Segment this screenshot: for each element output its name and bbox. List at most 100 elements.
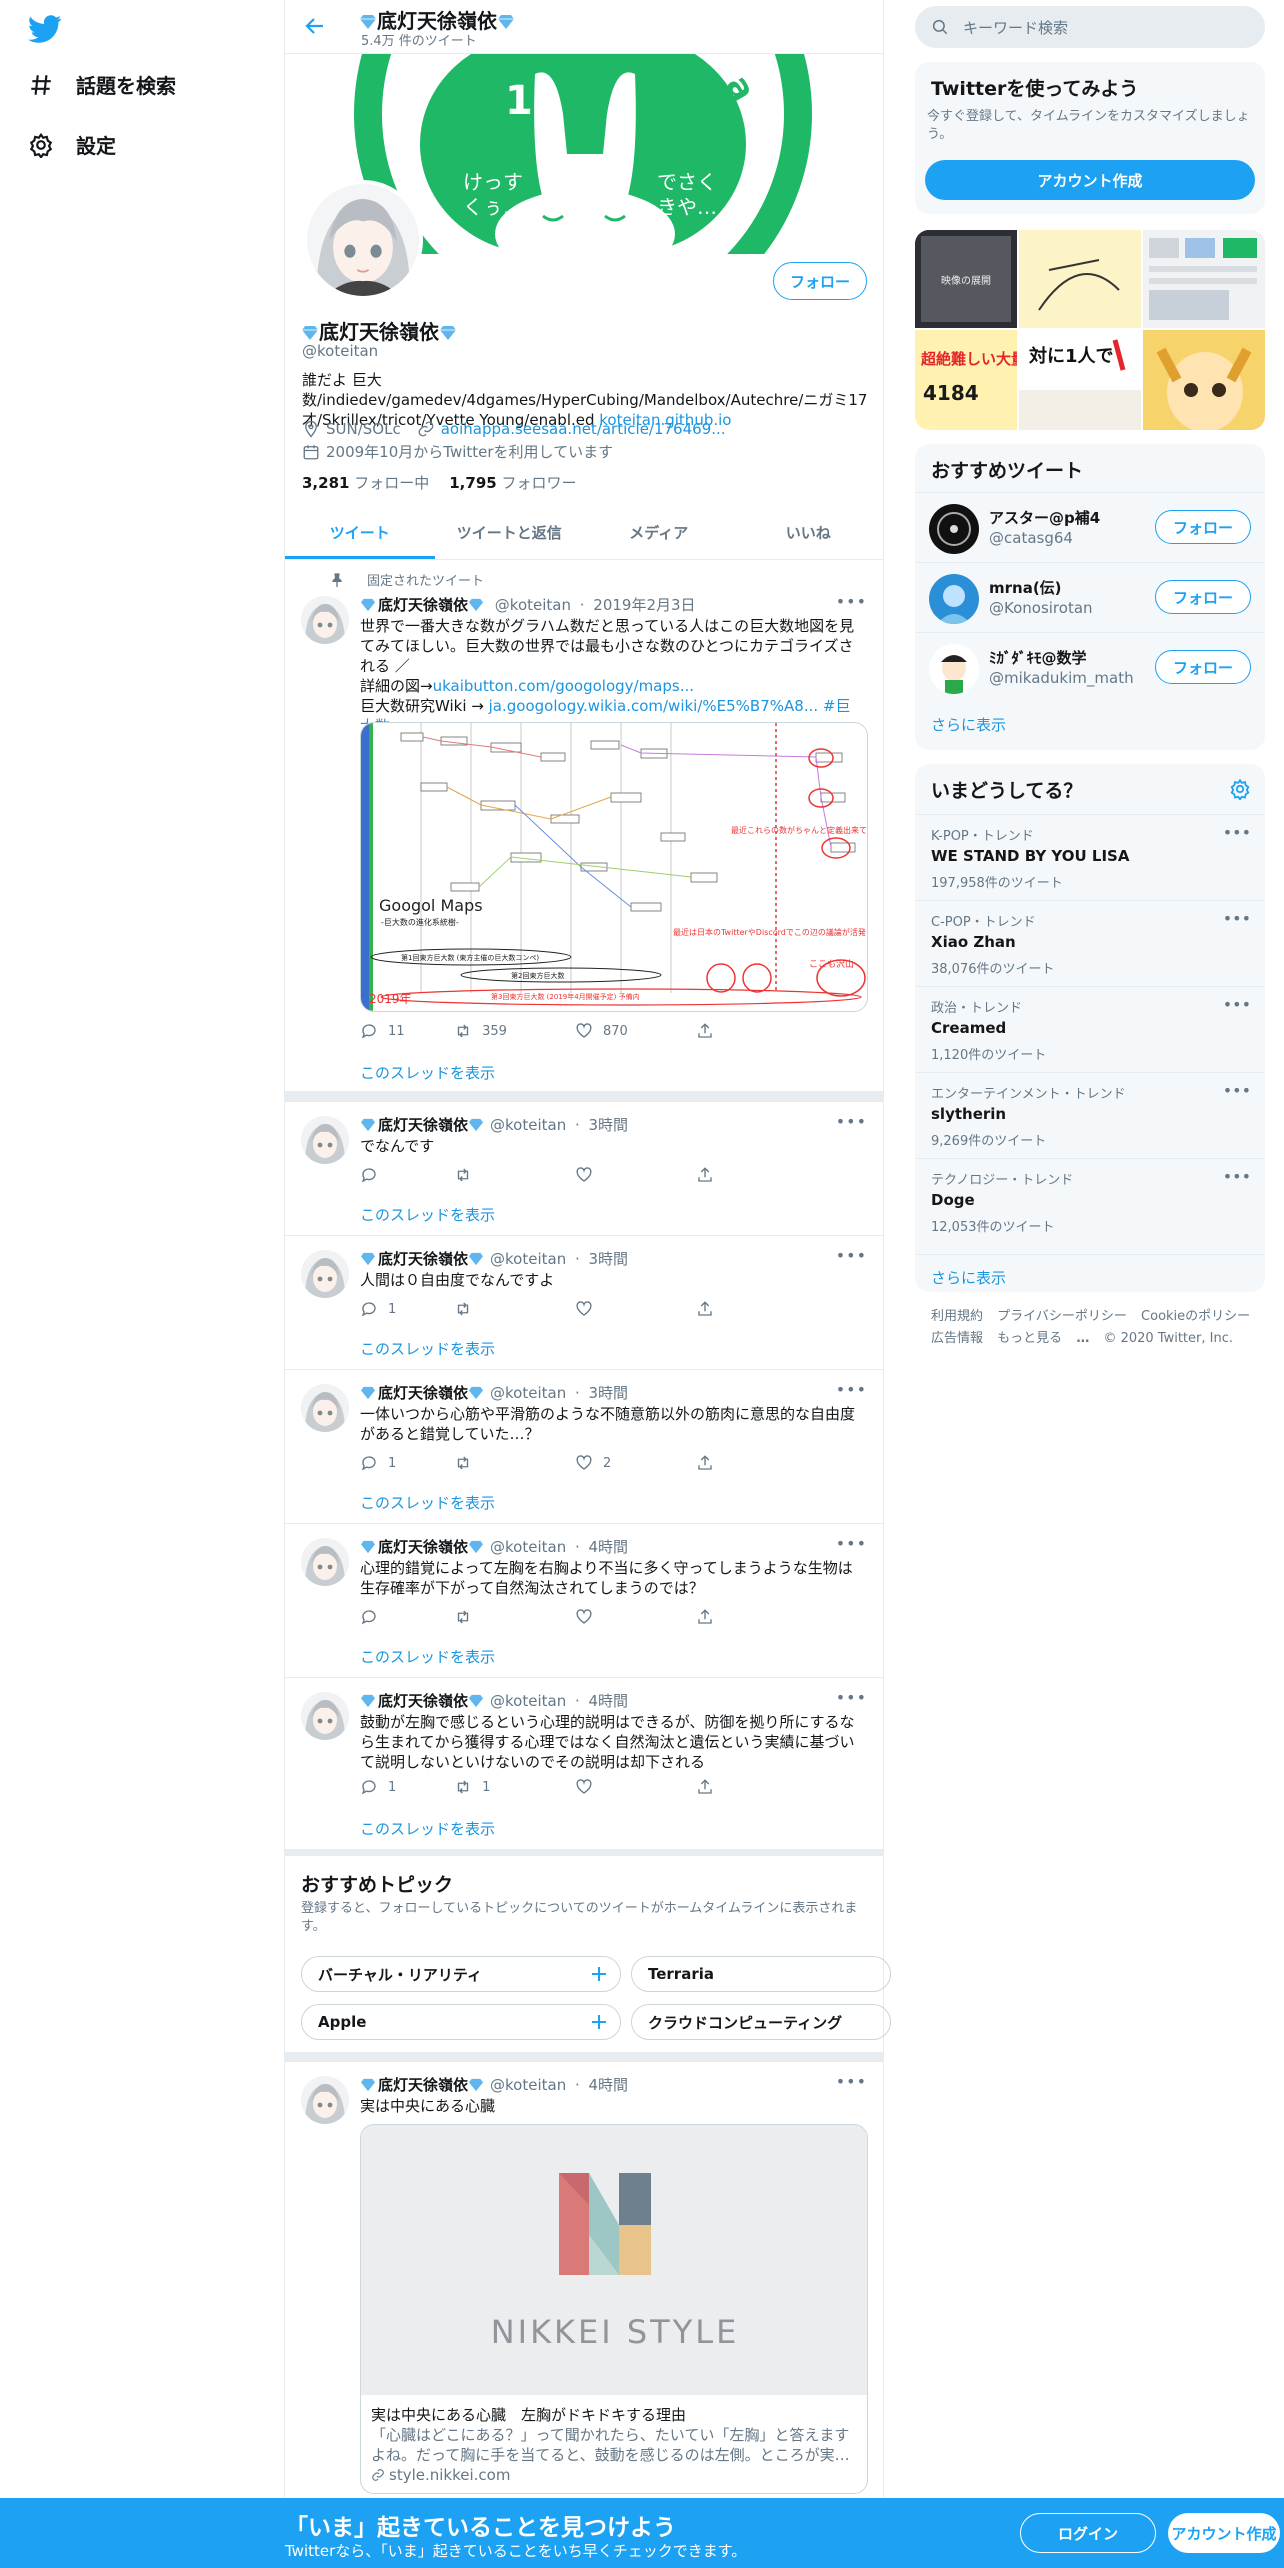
profile-website-link[interactable]: aoihappa.seesaa.net/article/176469... (441, 420, 726, 438)
more-icon[interactable]: ••• (836, 592, 867, 611)
follow-button[interactable]: フォロー (773, 262, 867, 300)
tweet-avatar[interactable] (301, 1538, 349, 1586)
media-thumb[interactable]: 対に1人で (1019, 330, 1141, 430)
tweet-avatar[interactable] (301, 1692, 349, 1740)
trend-item[interactable]: K-POP・トレンド WE STAND BY YOU LISA 197,958件のツ… (915, 814, 1265, 900)
tweet-avatar[interactable] (301, 1250, 349, 1298)
more-icon[interactable]: ••• (836, 1688, 867, 1707)
more-icon[interactable]: ••• (836, 1534, 867, 1553)
retweet-button[interactable] (454, 1166, 575, 1184)
media-thumb[interactable]: 超絶難しい大量 4184 (915, 330, 1026, 430)
share-button[interactable] (696, 1608, 790, 1626)
more-icon[interactable]: ••• (1223, 909, 1251, 928)
footer-more[interactable]: もっと見る … (997, 1331, 1089, 1346)
tweet-avatar[interactable] (301, 1384, 349, 1432)
footer-terms[interactable]: 利用規約 (931, 1309, 983, 1324)
link-card[interactable]: NIKKEI STYLE 実は中央にある心臓 左胸がドキドキする理由 「心臓はど… (360, 2124, 868, 2494)
tweet[interactable]: 底灯天徐嶺依 @koteitan · 4時間 ••• 心理的錯覚によって左胸を右胸… (285, 1524, 883, 1678)
tweet-avatar[interactable] (301, 596, 349, 644)
tweet[interactable]: 底灯天徐嶺依 @koteitan · 3時間 ••• 人間は０自由度でなんですよ … (285, 1236, 883, 1370)
reply-button[interactable]: 1 (360, 1778, 454, 1796)
rec-user-row[interactable]: アスター@p補4 @catasg64 フォロー (915, 492, 1265, 562)
tweet-author[interactable]: 底灯天徐嶺依 (378, 596, 468, 614)
retweet-button[interactable] (454, 1608, 575, 1626)
reply-button[interactable]: 1 (360, 1454, 454, 1472)
show-thread-link[interactable]: このスレッドを表示 (360, 1818, 495, 1839)
reply-button[interactable] (360, 1608, 454, 1626)
like-button[interactable] (575, 1166, 696, 1184)
nav-settings[interactable]: 設定 (28, 130, 116, 159)
media-thumb[interactable] (1143, 230, 1265, 328)
trend-item[interactable]: 政治・トレンド Creamed 1,120件のツイート ••• (915, 986, 1265, 1072)
footer-privacy[interactable]: プライバシーポリシー (997, 1309, 1127, 1324)
trend-item[interactable]: エンターテインメント・トレンド slytherin 9,269件のツイート ••• (915, 1072, 1265, 1158)
rec-show-more[interactable]: さらに表示 (931, 714, 1006, 735)
topic-chip-cloud[interactable]: クラウドコンピューティング (631, 2004, 891, 2040)
reply-button[interactable]: 11 (360, 1022, 454, 1040)
topic-chip-apple[interactable]: Apple (301, 2004, 621, 2040)
show-thread-link[interactable]: このスレッドを表示 (360, 1646, 495, 1667)
retweet-button[interactable] (454, 1300, 575, 1318)
twitter-logo-icon[interactable] (28, 12, 62, 46)
show-thread-link[interactable]: このスレッドを表示 (360, 1338, 495, 1359)
tab-media[interactable]: メディア (584, 506, 734, 559)
media-thumb[interactable]: 映像の展開 (915, 230, 1017, 328)
media-thumb[interactable] (1019, 230, 1141, 328)
followers-link[interactable]: 1,795 フォロワー (449, 472, 576, 493)
trend-item[interactable]: テクノロジー・トレンド Doge 12,053件のツイート ••• (915, 1158, 1265, 1244)
rec-avatar[interactable] (929, 574, 979, 624)
retweet-button[interactable]: 359 (454, 1022, 575, 1040)
footer-cookies[interactable]: Cookieのポリシー (1141, 1309, 1250, 1324)
tab-tweets-and-replies[interactable]: ツイートと返信 (435, 506, 585, 559)
tweet-avatar[interactable] (301, 1116, 349, 1164)
show-thread-link[interactable]: このスレッドを表示 (360, 1492, 495, 1513)
more-icon[interactable]: ••• (836, 1112, 867, 1131)
tweet-image-googol-map[interactable]: Googol Maps -巨大数の進化系統樹- 最近これらの数がちゃんと定義出来… (360, 722, 868, 1012)
nav-explore[interactable]: 話題を検索 (28, 70, 176, 99)
more-icon[interactable]: ••• (836, 2072, 867, 2091)
tweet-link-maps[interactable]: ukaibutton.com/googology/maps... (433, 677, 694, 695)
tweet[interactable]: 底灯天徐嶺依 @koteitan · 3時間 ••• 一体いつから心筋や平滑筋のよ… (285, 1370, 883, 1524)
like-button[interactable] (575, 1778, 696, 1796)
like-button[interactable]: 870 (575, 1022, 696, 1040)
footer-ads[interactable]: 広告情報 (931, 1331, 983, 1346)
more-icon[interactable]: ••• (1223, 995, 1251, 1014)
share-button[interactable] (696, 1778, 790, 1796)
rec-user-row[interactable]: mrna(伝) @Konosirotan フォロー (915, 562, 1265, 632)
following-link[interactable]: 3,281 フォロー中 (302, 472, 429, 493)
login-button[interactable]: ログイン (1020, 2513, 1156, 2553)
share-button[interactable] (696, 1454, 790, 1472)
topic-chip-terraria[interactable]: Terraria (631, 1956, 891, 1992)
tweet-link-wiki[interactable]: ja.googology.wikia.com/wiki/%E5%B7%A8... (489, 697, 818, 715)
retweet-button[interactable] (454, 1454, 575, 1472)
follow-button[interactable]: フォロー (1155, 510, 1251, 544)
tab-likes[interactable]: いいね (734, 506, 884, 559)
like-button[interactable] (575, 1300, 696, 1318)
like-button[interactable]: 2 (575, 1454, 696, 1472)
search-input[interactable]: キーワード検索 (915, 6, 1265, 48)
share-button[interactable] (696, 1166, 790, 1184)
show-thread-link[interactable]: このスレッドを表示 (360, 1204, 495, 1225)
tweet-time[interactable]: 2019年2月3日 (593, 596, 695, 614)
tweet-avatar[interactable] (301, 2076, 349, 2124)
rec-user-row[interactable]: ﾐｶﾞﾀﾞｷﾓ@数学 @mikadukim_math フォロー (915, 632, 1265, 702)
back-arrow-icon[interactable] (303, 14, 327, 38)
tweet[interactable]: 底灯天徐嶺依 @koteitan · 4時間 ••• 鼓動が左胸で感じるという心理… (285, 1678, 883, 1850)
signup-button[interactable]: アカウント作成 (925, 160, 1255, 200)
rec-avatar[interactable] (929, 644, 979, 694)
trends-show-more[interactable]: さらに表示 (915, 1254, 1265, 1288)
follow-button[interactable]: フォロー (1155, 580, 1251, 614)
share-button[interactable] (696, 1300, 790, 1318)
share-button[interactable] (696, 1022, 790, 1040)
show-thread-link[interactable]: このスレッドを表示 (360, 1062, 495, 1083)
topic-chip-vr[interactable]: バーチャル・リアリティ (301, 1956, 621, 1992)
tweet[interactable]: 底灯天徐嶺依 @koteitan · 3時間 ••• でなんです このスレッドを表… (285, 1102, 883, 1236)
signup-bottom-button[interactable]: アカウント作成 (1168, 2513, 1280, 2553)
retweet-button[interactable]: 1 (454, 1778, 575, 1796)
more-icon[interactable]: ••• (1223, 1167, 1251, 1186)
reply-button[interactable]: 1 (360, 1300, 454, 1318)
reply-button[interactable] (360, 1166, 454, 1184)
pinned-tweet[interactable]: 固定されたツイート 底灯天徐嶺依 @koteitan · 2019年2月3日 •… (285, 560, 883, 1092)
trend-item[interactable]: C-POP・トレンド Xiao Zhan 38,076件のツイート ••• (915, 900, 1265, 986)
gear-icon[interactable] (1229, 778, 1251, 800)
